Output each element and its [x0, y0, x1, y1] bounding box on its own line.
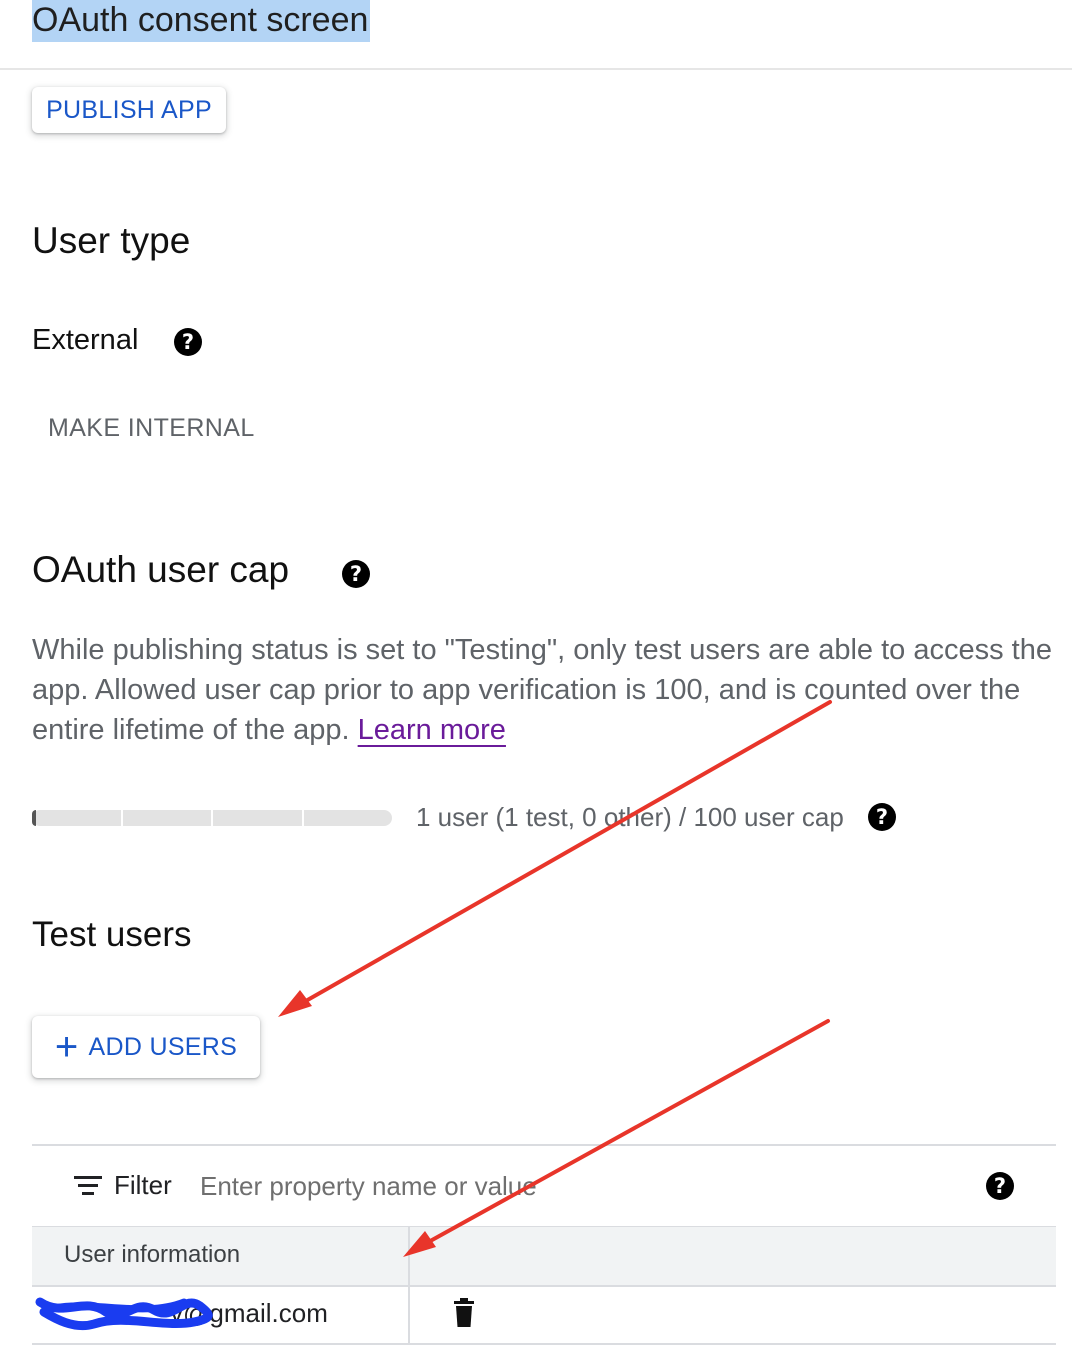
table-top-border	[32, 1144, 1056, 1146]
add-users-label: ADD USERS	[88, 1032, 238, 1061]
user-cap-heading: OAuth user cap	[32, 549, 290, 590]
help-icon[interactable]: ?	[342, 560, 370, 588]
trash-icon[interactable]	[452, 1298, 476, 1328]
table-row-border	[32, 1343, 1056, 1345]
column-header-user-information[interactable]: User information	[64, 1241, 240, 1269]
user-cap-description: While publishing status is set to "Testi…	[32, 630, 1062, 750]
arrowhead	[278, 990, 312, 1017]
user-type-heading: User type	[32, 220, 191, 261]
progress-segment	[213, 810, 302, 826]
header-divider	[0, 68, 1072, 70]
learn-more-link[interactable]: Learn more	[358, 714, 506, 746]
help-icon[interactable]: ?	[868, 803, 896, 831]
filter-input[interactable]	[198, 1166, 822, 1206]
plus-icon: +	[54, 1025, 79, 1069]
make-internal-button[interactable]: MAKE INTERNAL	[48, 414, 255, 443]
annotation-arrow	[412, 1019, 830, 1252]
progress-segment	[122, 810, 211, 826]
progress-segment	[303, 810, 392, 826]
redaction-scribble	[35, 1297, 213, 1330]
description-text: While publishing status is set to "Testi…	[32, 634, 1052, 746]
progress-fill	[32, 810, 36, 826]
publish-app-button[interactable]: PUBLISH APP	[32, 87, 226, 133]
filter-label: Filter	[114, 1170, 172, 1200]
column-divider	[408, 1226, 410, 1344]
user-cap-summary: 1 user (1 test, 0 other) / 100 user cap	[416, 802, 844, 832]
filter-lines-icon[interactable]	[74, 1176, 102, 1196]
help-icon[interactable]: ?	[174, 328, 202, 356]
progress-segment	[32, 810, 121, 826]
page-title: OAuth consent screen	[32, 0, 371, 42]
test-users-heading: Test users	[32, 915, 192, 954]
add-users-button[interactable]: + ADD USERS	[32, 1016, 260, 1078]
help-icon[interactable]: ?	[986, 1172, 1014, 1200]
user-type-value: External	[32, 324, 139, 356]
user-cap-progress-bar	[32, 810, 392, 826]
